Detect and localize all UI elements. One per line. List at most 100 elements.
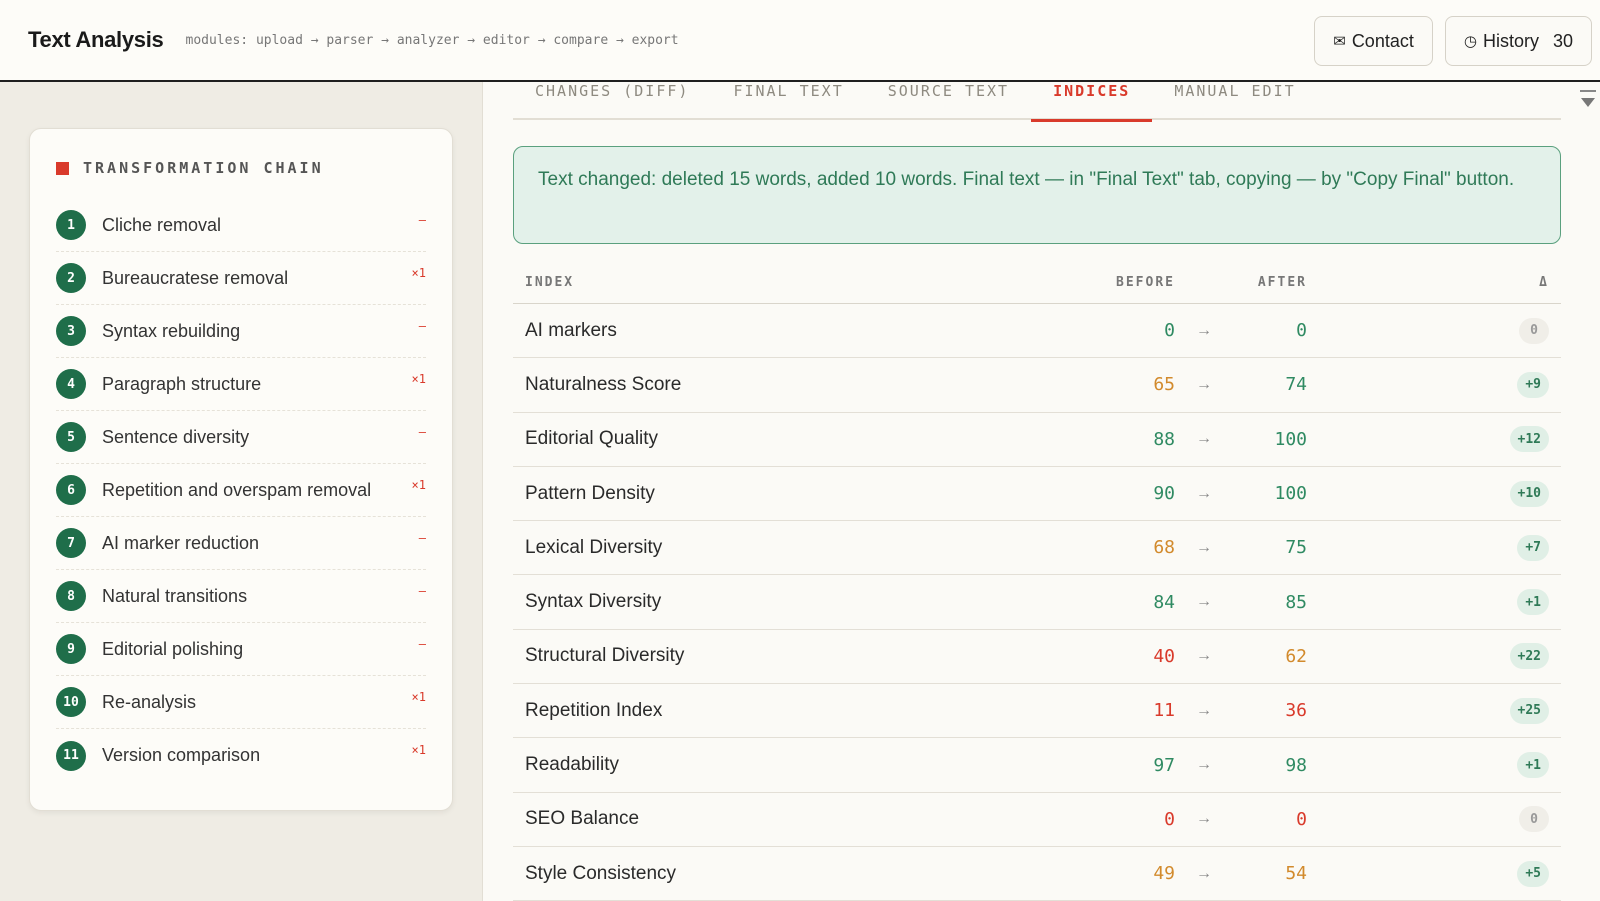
arrow-icon: → [1196,647,1212,665]
mail-icon: ✉ [1333,33,1346,50]
arrow-icon: → [1196,701,1212,719]
indices-table: INDEX BEFORE AFTER Δ AI markers 0 → 0 0 Natur… [513,262,1561,901]
chain-step[interactable]: 3 Syntax rebuilding — [56,305,426,358]
step-run-count: — [418,531,426,545]
step-label: Sentence diversity [102,426,250,447]
chain-step[interactable]: 7 AI marker reduction — [56,517,426,570]
arrow-icon: → [1196,864,1212,882]
value-after: 62 [1285,645,1307,667]
index-name: Naturalness Score [525,373,682,395]
chain-step[interactable]: 2 Bureaucratese removal ×1 [56,252,426,305]
delta-badge: +25 [1509,697,1549,724]
value-before: 84 [1153,591,1175,613]
chain-step[interactable]: 10 Re-analysis ×1 [56,676,426,729]
step-number-badge: 9 [56,634,86,664]
arrow-icon: → [1196,810,1212,828]
chain-step[interactable]: 9 Editorial polishing — [56,623,426,676]
delta-cell: +22 [1307,643,1561,670]
header-before: BEFORE [1116,275,1175,290]
value-before: 97 [1153,754,1175,776]
chain-step[interactable]: 11 Version comparison ×1 [56,729,426,782]
step-run-count: ×1 [411,743,426,757]
arrow-icon: → [1196,484,1212,502]
delta-badge: +1 [1517,752,1549,779]
delta-cell: +1 [1307,589,1561,616]
delta-cell: +5 [1307,860,1561,887]
step-label: Bureaucratese removal [102,267,289,288]
step-number-badge: 3 [56,316,86,346]
arrow-icon: → [1196,593,1212,611]
delta-badge: +10 [1509,480,1549,507]
delta-cell: 0 [1307,806,1561,833]
tab-final-text[interactable]: FINAL TEXT [711,82,865,120]
tab-bar: CHANGES (DIFF) FINAL TEXT SOURCE TEXT INDIC… [513,82,1561,122]
delta-cell: +1 [1307,752,1561,779]
value-after: 0 [1296,808,1307,830]
value-before: 65 [1153,374,1175,396]
tab-manual-edit[interactable]: MANUAL EDIT [1152,82,1317,120]
step-run-count: — [418,319,426,333]
scroll-down-control[interactable] [1580,90,1596,107]
table-row: AI markers 0 → 0 0 [513,304,1561,359]
contact-button[interactable]: ✉ Contact [1314,16,1433,66]
history-count: 30 [1552,30,1573,51]
contact-label: Contact [1351,30,1414,51]
header-index: INDEX [525,275,575,290]
step-label: Re-analysis [102,691,197,712]
main-pane: CHANGES (DIFF) FINAL TEXT SOURCE TEXT INDIC… [482,82,1600,901]
table-row: SEO Balance 0 → 0 0 [513,793,1561,847]
table-row: Structural Diversity 40 → 62 +22 [513,630,1561,685]
delta-cell: +10 [1307,480,1561,507]
step-number-badge: 1 [56,210,86,240]
table-body: AI markers 0 → 0 0 Naturalness Score 65 → 74 +9 Ed… [513,304,1561,901]
tab-changes-diff[interactable]: CHANGES (DIFF) [513,82,711,120]
transformation-chain-card: TRANSFORMATION CHAIN 1 Cliche removal — 2 Bu… [29,128,453,811]
tab-source-text[interactable]: SOURCE TEXT [866,82,1031,120]
value-after: 74 [1285,374,1307,396]
card-title: TRANSFORMATION CHAIN [83,159,324,177]
value-after: 98 [1285,754,1307,776]
index-name: Syntax Diversity [525,591,662,613]
header-after: AFTER [1257,275,1307,290]
delta-badge: +22 [1509,643,1549,670]
scroll-bar-icon [1580,90,1596,92]
step-number-badge: 10 [56,687,86,717]
step-run-count: ×1 [411,690,426,704]
step-number-badge: 11 [56,740,86,771]
step-run-count: — [418,213,426,227]
module-breadcrumb: modules: upload → parser → analyzer → ed… [185,32,679,48]
step-label: Repetition and overspam removal [102,479,372,500]
value-after: 100 [1274,428,1307,450]
chain-step[interactable]: 8 Natural transitions — [56,570,426,623]
value-before: 90 [1153,483,1175,505]
history-button[interactable]: ◷ History 30 [1444,16,1592,66]
step-list: 1 Cliche removal — 2 Bureaucratese removal ×1… [56,199,426,782]
step-label: Natural transitions [102,585,248,606]
step-number-badge: 6 [56,475,86,505]
delta-cell: +25 [1307,697,1561,724]
step-run-count: ×1 [411,478,426,492]
chain-step[interactable]: 6 Repetition and overspam removal ×1 [56,464,426,517]
index-name: Repetition Index [525,699,663,721]
chain-step[interactable]: 4 Paragraph structure ×1 [56,358,426,411]
header-actions: ✉ Contact ◷ History 30 [1314,16,1592,66]
step-number-badge: 2 [56,263,86,293]
table-header: INDEX BEFORE AFTER Δ [513,262,1561,304]
value-after: 100 [1274,483,1307,505]
step-label: Paragraph structure [102,373,262,394]
value-after: 54 [1285,863,1307,885]
tab-indices[interactable]: INDICES [1031,82,1153,122]
table-row: Pattern Density 90 → 100 +10 [513,467,1561,522]
step-run-count: ×1 [411,372,426,386]
chain-step[interactable]: 1 Cliche removal — [56,199,426,252]
table-row: Editorial Quality 88 → 100 +12 [513,413,1561,467]
value-before: 0 [1164,808,1175,830]
delta-badge: 0 [1519,806,1549,833]
step-run-count: ×1 [411,266,426,280]
delta-cell: +7 [1307,534,1561,561]
chain-step[interactable]: 5 Sentence diversity — [56,411,426,464]
delta-badge: 0 [1519,317,1549,344]
value-after: 0 [1296,320,1307,342]
app-header: Text Analysis modules: upload → parser →… [0,0,1600,82]
table-row: Repetition Index 11 → 36 +25 [513,684,1561,739]
